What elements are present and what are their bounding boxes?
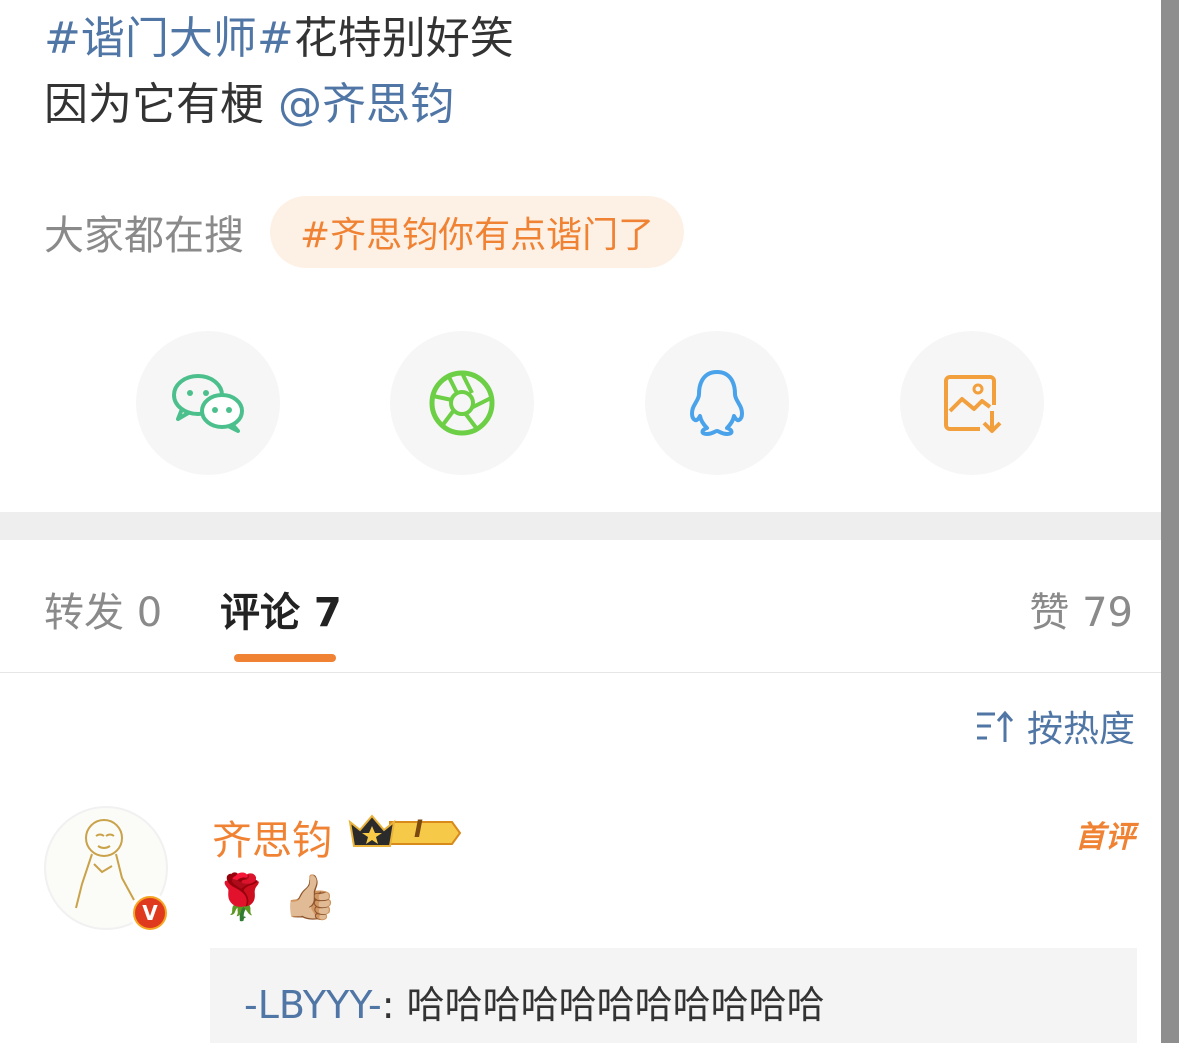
topic-link[interactable]: #谐门大师# [44,13,294,64]
section-divider [0,512,1161,540]
reply-content: 哈哈哈哈哈哈哈哈哈哈哈 [406,983,825,1027]
member-level-text: I [414,815,423,843]
share-qq-button[interactable] [645,331,789,475]
share-moments-button[interactable] [390,331,534,475]
comment-username[interactable]: 齐思钧 [212,808,332,866]
tab-comments[interactable]: 评论 7 [220,580,342,638]
verified-badge: V [130,893,170,933]
reply-username[interactable]: -LBYYY- [244,983,382,1027]
comment-content: 🌹 👍🏼 [214,872,338,923]
reply-line: -LBYYY-: 哈哈哈哈哈哈哈哈哈哈哈 [244,974,825,1029]
hot-search-row: 大家都在搜 #齐思钧你有点谐门了 [44,196,685,268]
tab-likes[interactable]: 赞 79 [1029,580,1133,638]
first-comment-label: 首评 [1075,820,1135,855]
interaction-tabs: 转发 0 评论 7 赞 79 [0,540,1161,673]
post-text-part: 因为它有梗 [44,79,264,130]
sort-label: 按热度 [1026,709,1135,750]
reply-separator: : [381,983,407,1027]
sort-icon [976,710,1014,742]
tab-repost[interactable]: 转发 0 [44,580,162,638]
post-line-1: #谐门大师#花特别好笑 [44,6,514,72]
window-edge-bar [1161,0,1179,1043]
hot-search-label: 大家都在搜 [44,213,244,259]
wechat-icon [172,374,244,433]
reply-preview[interactable]: -LBYYY-: 哈哈哈哈哈哈哈哈哈哈哈 [210,948,1137,1043]
qq-icon [690,370,744,436]
save-image-button[interactable] [900,331,1044,475]
post-text-part: 花特别好笑 [293,13,514,64]
active-tab-indicator [234,654,336,662]
save-image-icon [944,375,1002,433]
post-text: #谐门大师#花特别好笑 因为它有梗 @齐思钧 [44,6,514,138]
member-level-badge[interactable] [348,812,464,858]
moments-icon [429,370,495,436]
crown-icon [348,814,462,847]
mention-link[interactable]: @齐思钧 [278,79,454,130]
hot-search-chip[interactable]: #齐思钧你有点谐门了 [270,196,685,268]
sort-by-hot-button[interactable]: 按热度 [975,700,1135,752]
share-wechat-button[interactable] [136,331,280,475]
verified-mark: V [135,898,165,928]
post-line-2: 因为它有梗 @齐思钧 [44,72,514,138]
